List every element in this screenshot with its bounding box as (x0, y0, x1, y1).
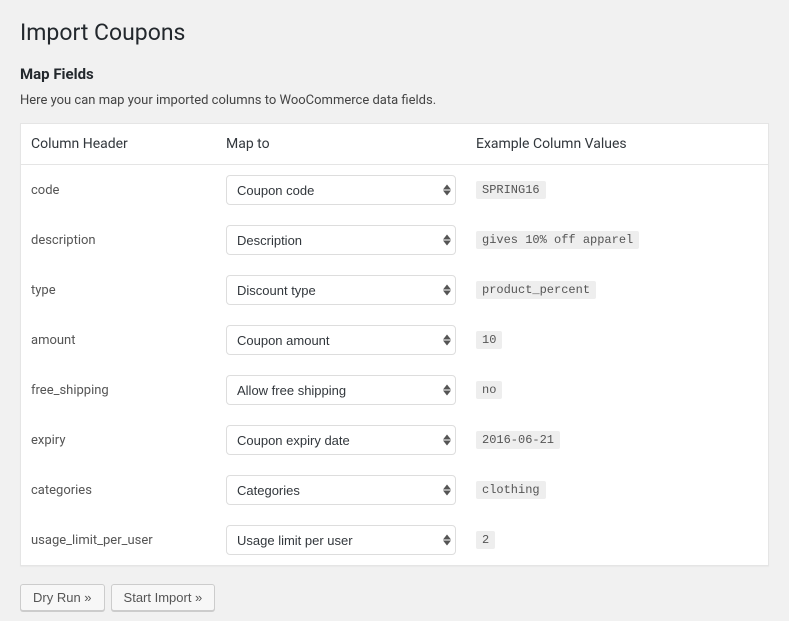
column-name: description (21, 215, 216, 265)
mapto-select[interactable]: Discount type (226, 275, 456, 305)
mapto-select[interactable]: Coupon code (226, 175, 456, 205)
column-name: code (21, 165, 216, 216)
mapping-panel: Column Header Map to Example Column Valu… (20, 123, 769, 566)
example-value: product_percent (476, 281, 596, 299)
column-name: free_shipping (21, 365, 216, 415)
table-row: free_shipping Allow free shipping no (21, 365, 768, 415)
column-name: amount (21, 315, 216, 365)
column-name: expiry (21, 415, 216, 465)
header-example: Example Column Values (466, 124, 768, 165)
mapping-table: Column Header Map to Example Column Valu… (21, 124, 768, 565)
mapto-select[interactable]: Categories (226, 475, 456, 505)
header-mapto: Map to (216, 124, 466, 165)
mapto-select[interactable]: Coupon amount (226, 325, 456, 355)
column-name: type (21, 265, 216, 315)
example-value: 10 (476, 331, 502, 349)
column-name: categories (21, 465, 216, 515)
mapto-select[interactable]: Usage limit per user (226, 525, 456, 555)
table-row: code Coupon code SPRING16 (21, 165, 768, 216)
example-value: no (476, 381, 502, 399)
header-column: Column Header (21, 124, 216, 165)
example-value: clothing (476, 481, 546, 499)
example-value: 2 (476, 531, 495, 549)
mapto-select[interactable]: Description (226, 225, 456, 255)
example-value: gives 10% off apparel (476, 231, 639, 249)
table-row: expiry Coupon expiry date 2016-06-21 (21, 415, 768, 465)
dry-run-button[interactable]: Dry Run » (20, 584, 105, 611)
table-row: amount Coupon amount 10 (21, 315, 768, 365)
page-title: Import Coupons (20, 10, 769, 50)
action-buttons: Dry Run » Start Import » (20, 584, 769, 611)
example-value: 2016-06-21 (476, 431, 560, 449)
table-row: description Description gives 10% off ap… (21, 215, 768, 265)
page-description: Here you can map your imported columns t… (20, 93, 769, 108)
table-row: usage_limit_per_user Usage limit per use… (21, 515, 768, 565)
mapto-select[interactable]: Allow free shipping (226, 375, 456, 405)
table-row: type Discount type product_percent (21, 265, 768, 315)
column-name: usage_limit_per_user (21, 515, 216, 565)
start-import-button[interactable]: Start Import » (111, 584, 216, 611)
page-subtitle: Map Fields (20, 65, 769, 83)
table-row: categories Categories clothing (21, 465, 768, 515)
mapto-select[interactable]: Coupon expiry date (226, 425, 456, 455)
example-value: SPRING16 (476, 181, 546, 199)
